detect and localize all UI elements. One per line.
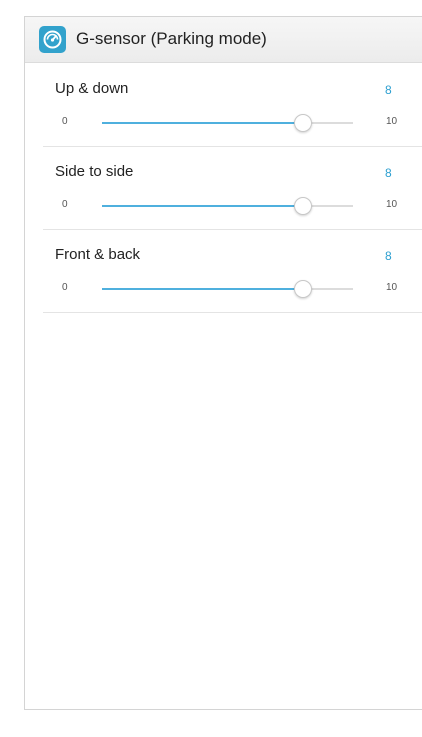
slider-thumb[interactable] (293, 197, 312, 215)
slider-thumb[interactable] (293, 280, 312, 298)
title-bar: G-sensor (Parking mode) (25, 17, 422, 63)
slider-min-label: 0 (62, 116, 68, 127)
setting-value: 8 (385, 166, 392, 180)
slider-max-label: 10 (386, 199, 398, 210)
setting-value: 8 (385, 249, 392, 263)
slider-min-label: 0 (62, 199, 68, 210)
settings-screen: G-sensor (Parking mode) Up & down 8 0 10… (24, 16, 422, 710)
front-back-slider[interactable] (102, 280, 353, 298)
slider-thumb[interactable] (293, 114, 312, 132)
side-to-side-slider[interactable] (102, 197, 353, 215)
setting-label: Front & back (55, 246, 141, 263)
setting-front-back: Front & back 8 0 10 (43, 230, 422, 313)
page-title: G-sensor (Parking mode) (76, 29, 267, 48)
slider-fill (102, 122, 303, 124)
slider-fill (102, 288, 303, 290)
setting-up-down: Up & down 8 0 10 (43, 64, 422, 147)
setting-value: 8 (385, 83, 392, 97)
slider-min-label: 0 (62, 282, 68, 293)
up-down-slider[interactable] (102, 114, 353, 132)
slider-max-label: 10 (386, 282, 398, 293)
slider-fill (102, 205, 303, 207)
setting-side-to-side: Side to side 8 0 10 (43, 147, 422, 230)
setting-label: Side to side (55, 163, 134, 180)
slider-max-label: 10 (386, 116, 398, 127)
gauge-icon (39, 26, 66, 53)
setting-label: Up & down (55, 80, 129, 97)
